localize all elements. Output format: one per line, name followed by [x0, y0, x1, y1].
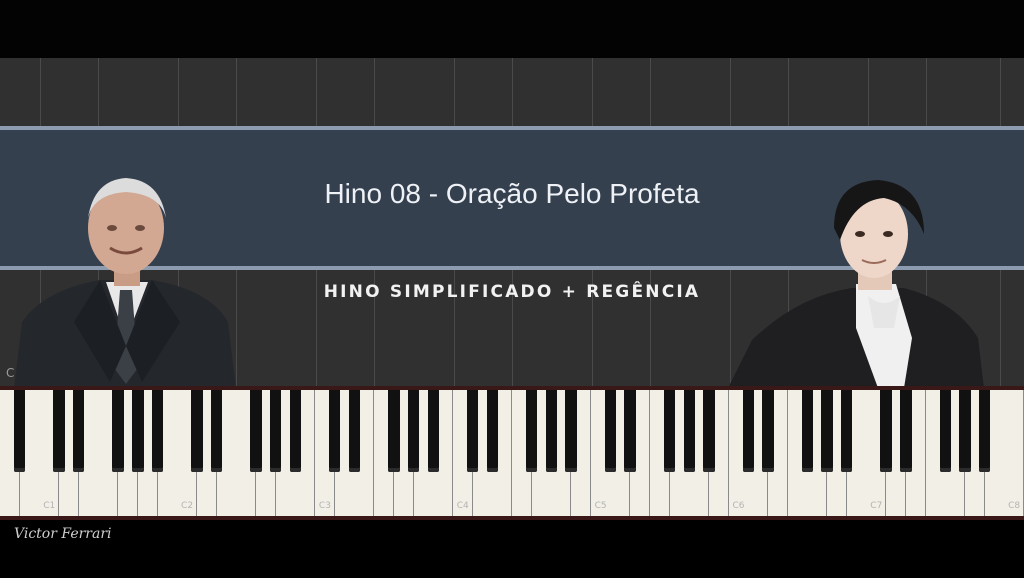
- black-key[interactable]: [191, 390, 203, 472]
- black-key[interactable]: [742, 390, 754, 472]
- octave-label: C3: [318, 501, 331, 511]
- octave-label: C4: [456, 501, 469, 511]
- black-key[interactable]: [466, 390, 479, 472]
- black-key[interactable]: [821, 390, 833, 472]
- octave-label: C5: [594, 501, 607, 511]
- black-key[interactable]: [250, 390, 262, 472]
- white-key[interactable]: [1004, 390, 1024, 516]
- octave-label: C8: [1008, 501, 1021, 511]
- black-key[interactable]: [525, 390, 538, 472]
- black-key[interactable]: [604, 390, 617, 472]
- octave-label: C6: [732, 501, 745, 511]
- right-portrait-icon: [728, 180, 984, 388]
- black-key[interactable]: [624, 390, 636, 472]
- octave-label: C2: [181, 501, 194, 511]
- black-key[interactable]: [959, 390, 971, 472]
- black-key[interactable]: [663, 390, 676, 472]
- letterbox-top: [0, 0, 1024, 58]
- black-key[interactable]: [348, 390, 361, 472]
- black-key[interactable]: [703, 390, 715, 472]
- piano-keyboard: C1 C2 C3 C4 C5 C6 C7 C8: [0, 390, 1024, 518]
- black-key[interactable]: [486, 390, 498, 472]
- black-key[interactable]: [329, 390, 341, 472]
- black-key[interactable]: [73, 390, 85, 472]
- black-key[interactable]: [132, 390, 144, 472]
- black-key[interactable]: [762, 390, 774, 472]
- signature-watermark: Victor Ferrari: [14, 526, 112, 542]
- black-key[interactable]: [841, 390, 853, 472]
- band-top-rule: [0, 126, 1024, 130]
- black-key[interactable]: [978, 390, 991, 472]
- black-key[interactable]: [289, 390, 302, 472]
- black-key[interactable]: [388, 390, 400, 472]
- octave-label: C1: [43, 501, 56, 511]
- left-portrait-icon: [14, 178, 236, 388]
- black-key[interactable]: [427, 390, 439, 472]
- black-key[interactable]: [151, 390, 164, 472]
- black-key[interactable]: [112, 390, 124, 472]
- black-key[interactable]: [565, 390, 577, 472]
- octave-label: C7: [870, 501, 883, 511]
- black-key[interactable]: [801, 390, 814, 472]
- black-key[interactable]: [900, 390, 912, 472]
- black-key[interactable]: [53, 390, 65, 472]
- black-key[interactable]: [939, 390, 951, 472]
- black-key[interactable]: [880, 390, 892, 472]
- black-key[interactable]: [210, 390, 223, 472]
- black-key[interactable]: [407, 390, 420, 472]
- black-key[interactable]: [269, 390, 282, 472]
- video-frame: Hino 08 - Oração Pelo Profeta HINO SIMPL…: [0, 0, 1024, 578]
- black-key[interactable]: [683, 390, 695, 472]
- black-key[interactable]: [545, 390, 558, 472]
- black-key[interactable]: [13, 390, 26, 472]
